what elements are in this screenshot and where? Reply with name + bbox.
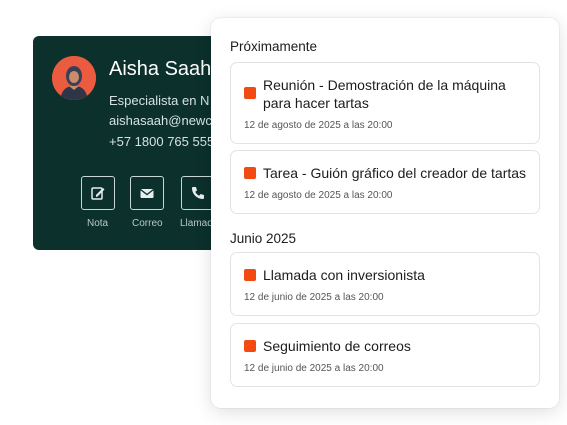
contact-phone[interactable]: +57 1800 765 555 — [109, 134, 214, 149]
section-title-upcoming: Próximamente — [230, 39, 318, 54]
edit-icon — [91, 187, 105, 200]
activity-date: 12 de junio de 2025 a las 20:00 — [244, 363, 384, 374]
activity-title: Llamada con inversionista — [263, 267, 425, 283]
email-button[interactable] — [130, 176, 164, 210]
activity-status-icon — [244, 87, 256, 99]
activity-status-icon — [244, 269, 256, 281]
activity-title: Seguimiento de correos — [263, 338, 411, 354]
note-button[interactable] — [81, 176, 115, 210]
avatar-image — [52, 56, 96, 100]
contact-name: Aisha Saah — [109, 58, 212, 80]
note-action[interactable] — [81, 176, 117, 210]
call-label: Llamad — [180, 218, 213, 229]
call-button[interactable] — [181, 176, 215, 210]
activity-card[interactable]: Seguimiento de correos 12 de junio de 20… — [230, 323, 540, 387]
note-label: Nota — [87, 218, 109, 229]
section-title-june: Junio 2025 — [230, 231, 297, 246]
activity-date: 12 de agosto de 2025 a las 20:00 — [244, 120, 393, 131]
activity-card[interactable]: Reunión - Demostración de la máquina par… — [230, 62, 540, 144]
avatar[interactable] — [52, 56, 96, 100]
activity-date: 12 de junio de 2025 a las 20:00 — [244, 292, 384, 303]
activity-date: 12 de agosto de 2025 a las 20:00 — [244, 190, 393, 201]
activity-status-icon — [244, 340, 256, 352]
email-label: Correo — [132, 218, 163, 229]
activity-title: Reunión - Demostración de la máquina par… — [263, 77, 506, 111]
contact-role: Especialista en N — [109, 93, 210, 108]
activity-title: Tarea - Guión gráfico del creador de tar… — [263, 165, 527, 181]
mail-icon — [140, 188, 154, 198]
activity-card[interactable]: Llamada con inversionista 12 de junio de… — [230, 252, 540, 316]
activities-panel: Próximamente Reunión - Demostración de l… — [211, 18, 559, 408]
email-action[interactable] — [130, 176, 166, 210]
activity-card[interactable]: Tarea - Guión gráfico del creador de tar… — [230, 150, 540, 214]
activity-status-icon — [244, 167, 256, 179]
contact-email[interactable]: aishasaah@newc — [109, 113, 212, 128]
phone-icon — [192, 187, 204, 199]
